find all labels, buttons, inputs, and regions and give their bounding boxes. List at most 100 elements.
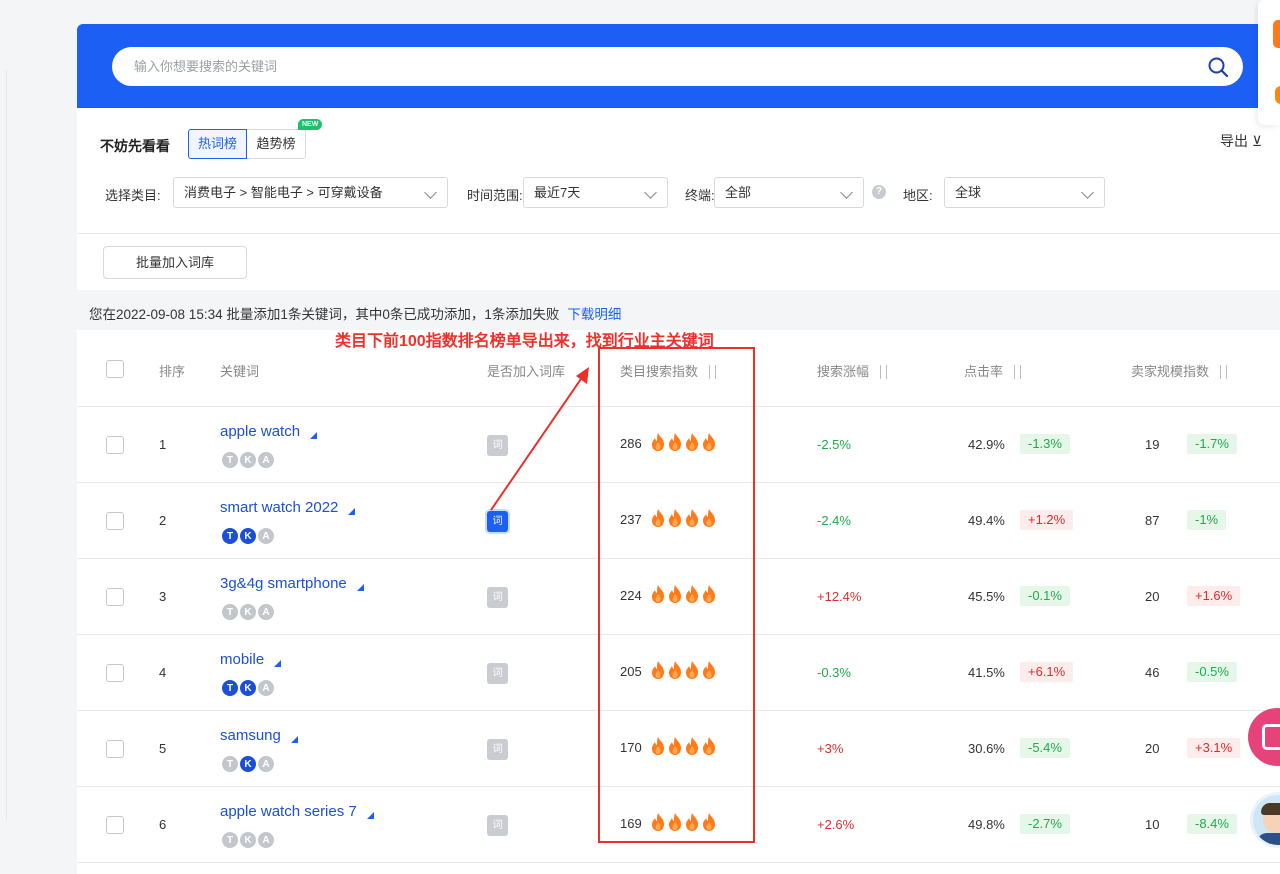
row-checkbox[interactable] bbox=[106, 664, 124, 682]
badge-k: K bbox=[239, 679, 257, 697]
download-detail-link[interactable]: 下载明细 bbox=[567, 307, 621, 322]
caret-icon[interactable] bbox=[290, 736, 298, 743]
category-select[interactable]: 消费电子 > 智能电子 > 可穿戴设备 bbox=[173, 177, 448, 208]
sort-icon[interactable] bbox=[1011, 364, 1025, 380]
search-icon[interactable] bbox=[1207, 56, 1229, 78]
ctr-change: +6.1% bbox=[1020, 662, 1074, 682]
sort-icon[interactable] bbox=[1217, 364, 1231, 380]
ctr-value: 30.6% bbox=[968, 741, 1005, 756]
tab-trend[interactable]: 趋势榜 bbox=[246, 129, 306, 159]
seller-change: -0.5% bbox=[1187, 662, 1237, 682]
category-value: 消费电子 > 智能电子 > 可穿戴设备 bbox=[184, 185, 383, 200]
add-to-library-icon[interactable]: 词 bbox=[487, 663, 508, 684]
badge-k: K bbox=[239, 603, 257, 621]
app-icon[interactable] bbox=[1273, 20, 1280, 48]
ctr-value: 41.5% bbox=[968, 665, 1005, 680]
search-change: -2.5% bbox=[817, 437, 851, 452]
region-value: 全球 bbox=[955, 185, 982, 200]
search-change: -0.3% bbox=[817, 665, 851, 680]
notice-bar: 您在2022-09-08 15:34 批量添加1条关键词，其中0条已成功添加，1… bbox=[77, 290, 1280, 330]
ctr-value: 49.4% bbox=[968, 513, 1005, 528]
rank: 6 bbox=[159, 817, 167, 832]
keyword-link[interactable]: 3g&4g smartphone bbox=[220, 575, 364, 592]
search-change: -2.4% bbox=[817, 513, 851, 528]
chevron-down-icon bbox=[424, 186, 437, 199]
caret-icon[interactable] bbox=[310, 432, 318, 439]
badge-t: T bbox=[221, 831, 239, 849]
badge-a: A bbox=[257, 603, 275, 621]
header-seller-index[interactable]: 卖家规模指数 bbox=[1131, 361, 1231, 380]
badge-k: K bbox=[239, 755, 257, 773]
ctr-change: -1.3% bbox=[1020, 434, 1070, 454]
help-icon[interactable]: ? bbox=[872, 185, 886, 199]
caret-icon[interactable] bbox=[366, 812, 374, 819]
row-checkbox[interactable] bbox=[106, 588, 124, 606]
chevron-down-icon bbox=[840, 186, 853, 199]
badge-t: T bbox=[221, 755, 239, 773]
row-checkbox[interactable] bbox=[106, 436, 124, 454]
left-strip bbox=[0, 0, 77, 874]
header-ctr[interactable]: 点击率 bbox=[964, 361, 1025, 380]
keyword-link[interactable]: smart watch 2022 bbox=[220, 499, 356, 516]
region-select[interactable]: 全球 bbox=[944, 177, 1105, 208]
ctr-value: 45.5% bbox=[968, 589, 1005, 604]
annotation-box bbox=[598, 347, 755, 843]
filter-bar: 选择类目: 消费电子 > 智能电子 > 可穿戴设备 时间范围: 最近7天 终端:… bbox=[105, 177, 1215, 208]
search-change: +12.4% bbox=[817, 589, 862, 604]
divider bbox=[77, 233, 1280, 234]
seller-index: 10 bbox=[1145, 817, 1160, 832]
badge-t: T bbox=[221, 527, 239, 545]
keyword-link[interactable]: samsung bbox=[220, 727, 298, 744]
badge-k: K bbox=[239, 451, 257, 469]
caret-icon[interactable] bbox=[348, 508, 356, 515]
rank: 4 bbox=[159, 665, 167, 680]
add-to-library-icon[interactable]: 词 bbox=[487, 587, 508, 608]
terminal-value: 全部 bbox=[725, 185, 752, 200]
add-to-library-icon[interactable]: 词 bbox=[487, 739, 508, 760]
tab-hot-words[interactable]: 热词榜 bbox=[188, 129, 247, 159]
search-change: +3% bbox=[817, 741, 844, 756]
ctr-value: 42.9% bbox=[968, 437, 1005, 452]
header-keyword: 关键词 bbox=[220, 364, 260, 379]
terminal-select[interactable]: 全部 bbox=[714, 177, 864, 208]
notice-text: 您在2022-09-08 15:34 批量添加1条关键词，其中0条已成功添加，1… bbox=[89, 307, 622, 322]
region-label: 地区: bbox=[903, 188, 933, 203]
suggest-label: 不妨先看看 bbox=[100, 138, 170, 154]
badge-a: A bbox=[257, 679, 275, 697]
seller-index: 46 bbox=[1145, 665, 1160, 680]
ctr-change: +1.2% bbox=[1020, 510, 1074, 530]
time-select[interactable]: 最近7天 bbox=[523, 177, 668, 208]
keyword-link[interactable]: mobile bbox=[220, 651, 282, 668]
chevron-down-icon bbox=[644, 186, 657, 199]
keyword-link[interactable]: apple watch series 7 bbox=[220, 803, 374, 820]
export-button[interactable]: 导出 ⊻ bbox=[1220, 131, 1262, 151]
search-input[interactable] bbox=[134, 47, 1184, 86]
caret-icon[interactable] bbox=[356, 584, 364, 591]
seller-change: -8.4% bbox=[1187, 814, 1237, 834]
keyword-link[interactable]: apple watch bbox=[220, 423, 318, 440]
ctr-change: -5.4% bbox=[1020, 738, 1070, 758]
select-all-checkbox[interactable] bbox=[106, 360, 124, 378]
main-card: 不妨先看看 热词榜 趋势榜 NEW 导出 ⊻ 选择类目: 消费电子 > 智能电子… bbox=[77, 24, 1280, 874]
sort-icon[interactable] bbox=[877, 364, 891, 380]
row-checkbox[interactable] bbox=[106, 816, 124, 834]
rank: 1 bbox=[159, 437, 167, 452]
add-to-library-icon[interactable]: 词 bbox=[487, 815, 508, 836]
badge-a: A bbox=[257, 527, 275, 545]
row-checkbox[interactable] bbox=[106, 740, 124, 758]
caret-icon[interactable] bbox=[274, 660, 282, 667]
ctr-change: -2.7% bbox=[1020, 814, 1070, 834]
app-icon[interactable] bbox=[1275, 86, 1280, 104]
annotation-arrow bbox=[490, 367, 589, 511]
header-rank: 排序 bbox=[159, 364, 186, 379]
header-search-change[interactable]: 搜索涨幅 bbox=[817, 361, 891, 380]
badge-a: A bbox=[257, 831, 275, 849]
search-change: +2.6% bbox=[817, 817, 855, 832]
chevron-down-icon bbox=[1081, 186, 1094, 199]
new-badge: NEW bbox=[298, 119, 323, 130]
search-band bbox=[77, 24, 1280, 108]
row-checkbox[interactable] bbox=[106, 512, 124, 530]
ctr-change: -0.1% bbox=[1020, 586, 1070, 606]
badge-k: K bbox=[239, 831, 257, 849]
batch-add-button[interactable]: 批量加入词库 bbox=[103, 246, 247, 279]
